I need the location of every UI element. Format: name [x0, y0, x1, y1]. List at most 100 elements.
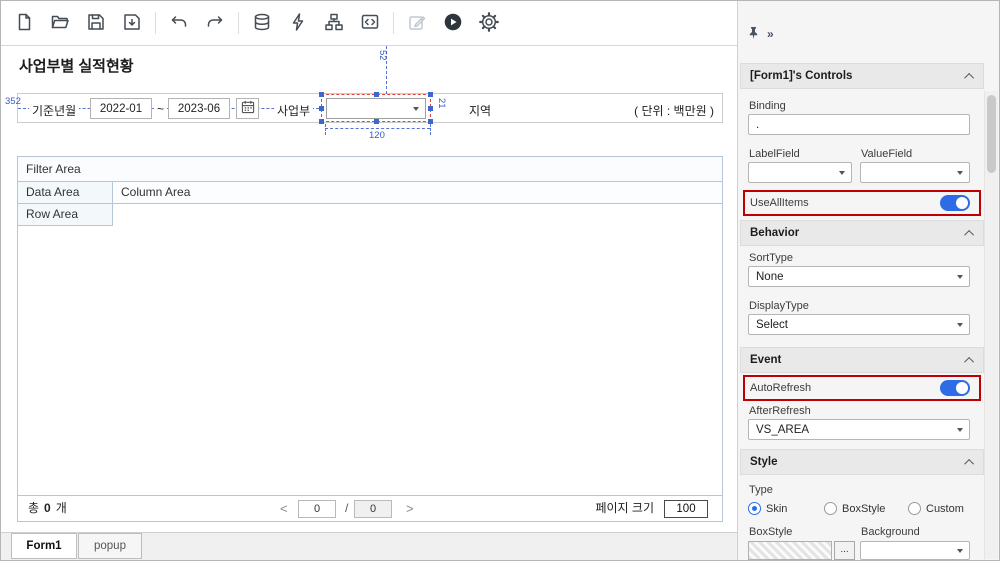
radio-custom[interactable]: Custom — [908, 502, 964, 515]
range-separator: ~ — [154, 102, 167, 116]
app-window: 사업부별 실적현황 52 352 기준년월 2022-01 ~ 2023-06 … — [0, 0, 1000, 561]
displaytype-select[interactable]: Select — [748, 314, 970, 335]
open-folder-icon — [50, 12, 70, 35]
region-label: 지역 — [466, 102, 494, 119]
type-label: Type — [749, 484, 773, 496]
row-area-cell[interactable]: Row Area — [18, 204, 113, 226]
tab-popup[interactable]: popup — [78, 533, 142, 559]
division-label: 사업부 — [274, 102, 313, 119]
autorefresh-toggle[interactable] — [940, 380, 970, 396]
current-page-input[interactable]: 0 — [298, 500, 336, 518]
event-trigger-button[interactable] — [285, 10, 311, 36]
date-from-input[interactable]: 2022-01 — [90, 98, 152, 119]
sorttype-select[interactable]: None — [748, 266, 970, 287]
style-section-header[interactable]: Style — [740, 449, 984, 475]
open-folder-button[interactable] — [47, 10, 73, 36]
toolbar — [1, 1, 738, 46]
properties-panel: » [Form1]'s Controls Binding . LabelFiel… — [737, 1, 999, 560]
column-area-cell[interactable]: Column Area — [113, 182, 722, 204]
guide-width: 120 — [367, 130, 387, 141]
total-count: 총0개 — [28, 496, 67, 521]
redo-button[interactable] — [202, 10, 228, 36]
page-size-input[interactable]: 100 — [664, 500, 708, 518]
useallitems-toggle[interactable] — [940, 195, 970, 211]
afterrefresh-select[interactable]: VS_AREA — [748, 419, 970, 440]
boxstyle-browse-button[interactable]: ... — [834, 541, 855, 560]
panel-scrollbar[interactable] — [984, 91, 998, 559]
hierarchy-button[interactable] — [321, 10, 347, 36]
labelfield-label: LabelField — [749, 148, 800, 160]
valuefield-label: ValueField — [861, 148, 912, 160]
guide-line-width — [325, 128, 430, 129]
event-section-header[interactable]: Event — [740, 347, 984, 373]
chevron-down-icon — [957, 275, 963, 279]
toolbar-separator — [393, 12, 394, 34]
new-document-icon — [14, 12, 34, 35]
filter-area-cell[interactable]: Filter Area — [18, 157, 722, 182]
useallitems-label: UseAllItems — [750, 197, 809, 209]
behavior-section-title: Behavior — [750, 227, 799, 239]
page-size-label: 페이지 크기 — [595, 496, 654, 521]
undo-button[interactable] — [166, 10, 192, 36]
toolbar-separator — [238, 12, 239, 34]
radio-skin-label: Skin — [766, 503, 787, 515]
chevron-down-icon — [957, 171, 963, 175]
next-page-button[interactable]: > — [406, 496, 414, 521]
chevron-down-icon — [413, 107, 419, 111]
panel-pin-row: » — [747, 26, 774, 42]
guide-height: 21 — [436, 98, 447, 109]
chevron-up-icon — [964, 229, 974, 239]
pin-icon[interactable] — [747, 26, 760, 42]
page-separator: / — [345, 496, 348, 521]
edit-icon — [407, 12, 427, 35]
calendar-button[interactable] — [236, 98, 259, 119]
undo-icon — [169, 12, 189, 35]
edit-button[interactable] — [404, 10, 430, 36]
chevron-up-icon — [964, 356, 974, 366]
guide-left-offset: 352 — [5, 96, 21, 107]
data-area-cell[interactable]: Data Area — [18, 182, 113, 204]
radio-boxstyle-label: BoxStyle — [842, 503, 885, 515]
sorttype-value: None — [756, 271, 784, 283]
chevron-down-icon — [839, 171, 845, 175]
guide-tick-right — [430, 124, 431, 135]
behavior-section-header[interactable]: Behavior — [740, 220, 984, 246]
design-canvas: 사업부별 실적현황 52 352 기준년월 2022-01 ~ 2023-06 … — [1, 46, 738, 561]
panel-header[interactable]: [Form1]'s Controls — [740, 63, 984, 89]
database-button[interactable] — [249, 10, 275, 36]
background-label: Background — [861, 526, 920, 538]
tab-strip: Form1 popup — [1, 532, 737, 561]
code-view-icon — [360, 12, 380, 35]
radio-custom-label: Custom — [926, 503, 964, 515]
toolbar-separator — [155, 12, 156, 34]
scrollbar-thumb[interactable] — [987, 95, 996, 173]
chevron-down-icon — [957, 323, 963, 327]
code-view-button[interactable] — [357, 10, 383, 36]
radio-skin[interactable]: Skin — [748, 502, 787, 515]
labelfield-select[interactable] — [748, 162, 852, 183]
valuefield-select[interactable] — [860, 162, 970, 183]
save-button[interactable] — [83, 10, 109, 36]
chevron-down-icon — [957, 549, 963, 553]
run-button[interactable] — [440, 10, 466, 36]
total-page-input: 0 — [354, 500, 392, 518]
settings-button[interactable] — [476, 10, 502, 36]
tab-form1[interactable]: Form1 — [11, 533, 77, 559]
boxstyle-label: BoxStyle — [749, 526, 792, 538]
radio-dot — [824, 502, 837, 515]
sorttype-label: SortType — [749, 252, 793, 264]
save-as-icon — [122, 12, 142, 35]
prev-page-button[interactable]: < — [280, 496, 288, 521]
grid-footer: 총0개 < 0 / 0 > 페이지 크기 100 — [18, 495, 722, 521]
boxstyle-swatch[interactable] — [748, 541, 832, 560]
guide-top-offset: 52 — [377, 50, 388, 61]
collapse-panel-button[interactable]: » — [767, 27, 774, 41]
style-section-title: Style — [750, 456, 778, 468]
background-select[interactable] — [860, 541, 970, 560]
date-to-input[interactable]: 2023-06 — [168, 98, 230, 119]
new-document-button[interactable] — [11, 10, 37, 36]
radio-boxstyle[interactable]: BoxStyle — [824, 502, 885, 515]
binding-input[interactable]: . — [748, 114, 970, 135]
division-combobox[interactable] — [326, 98, 426, 119]
save-as-button[interactable] — [119, 10, 145, 36]
